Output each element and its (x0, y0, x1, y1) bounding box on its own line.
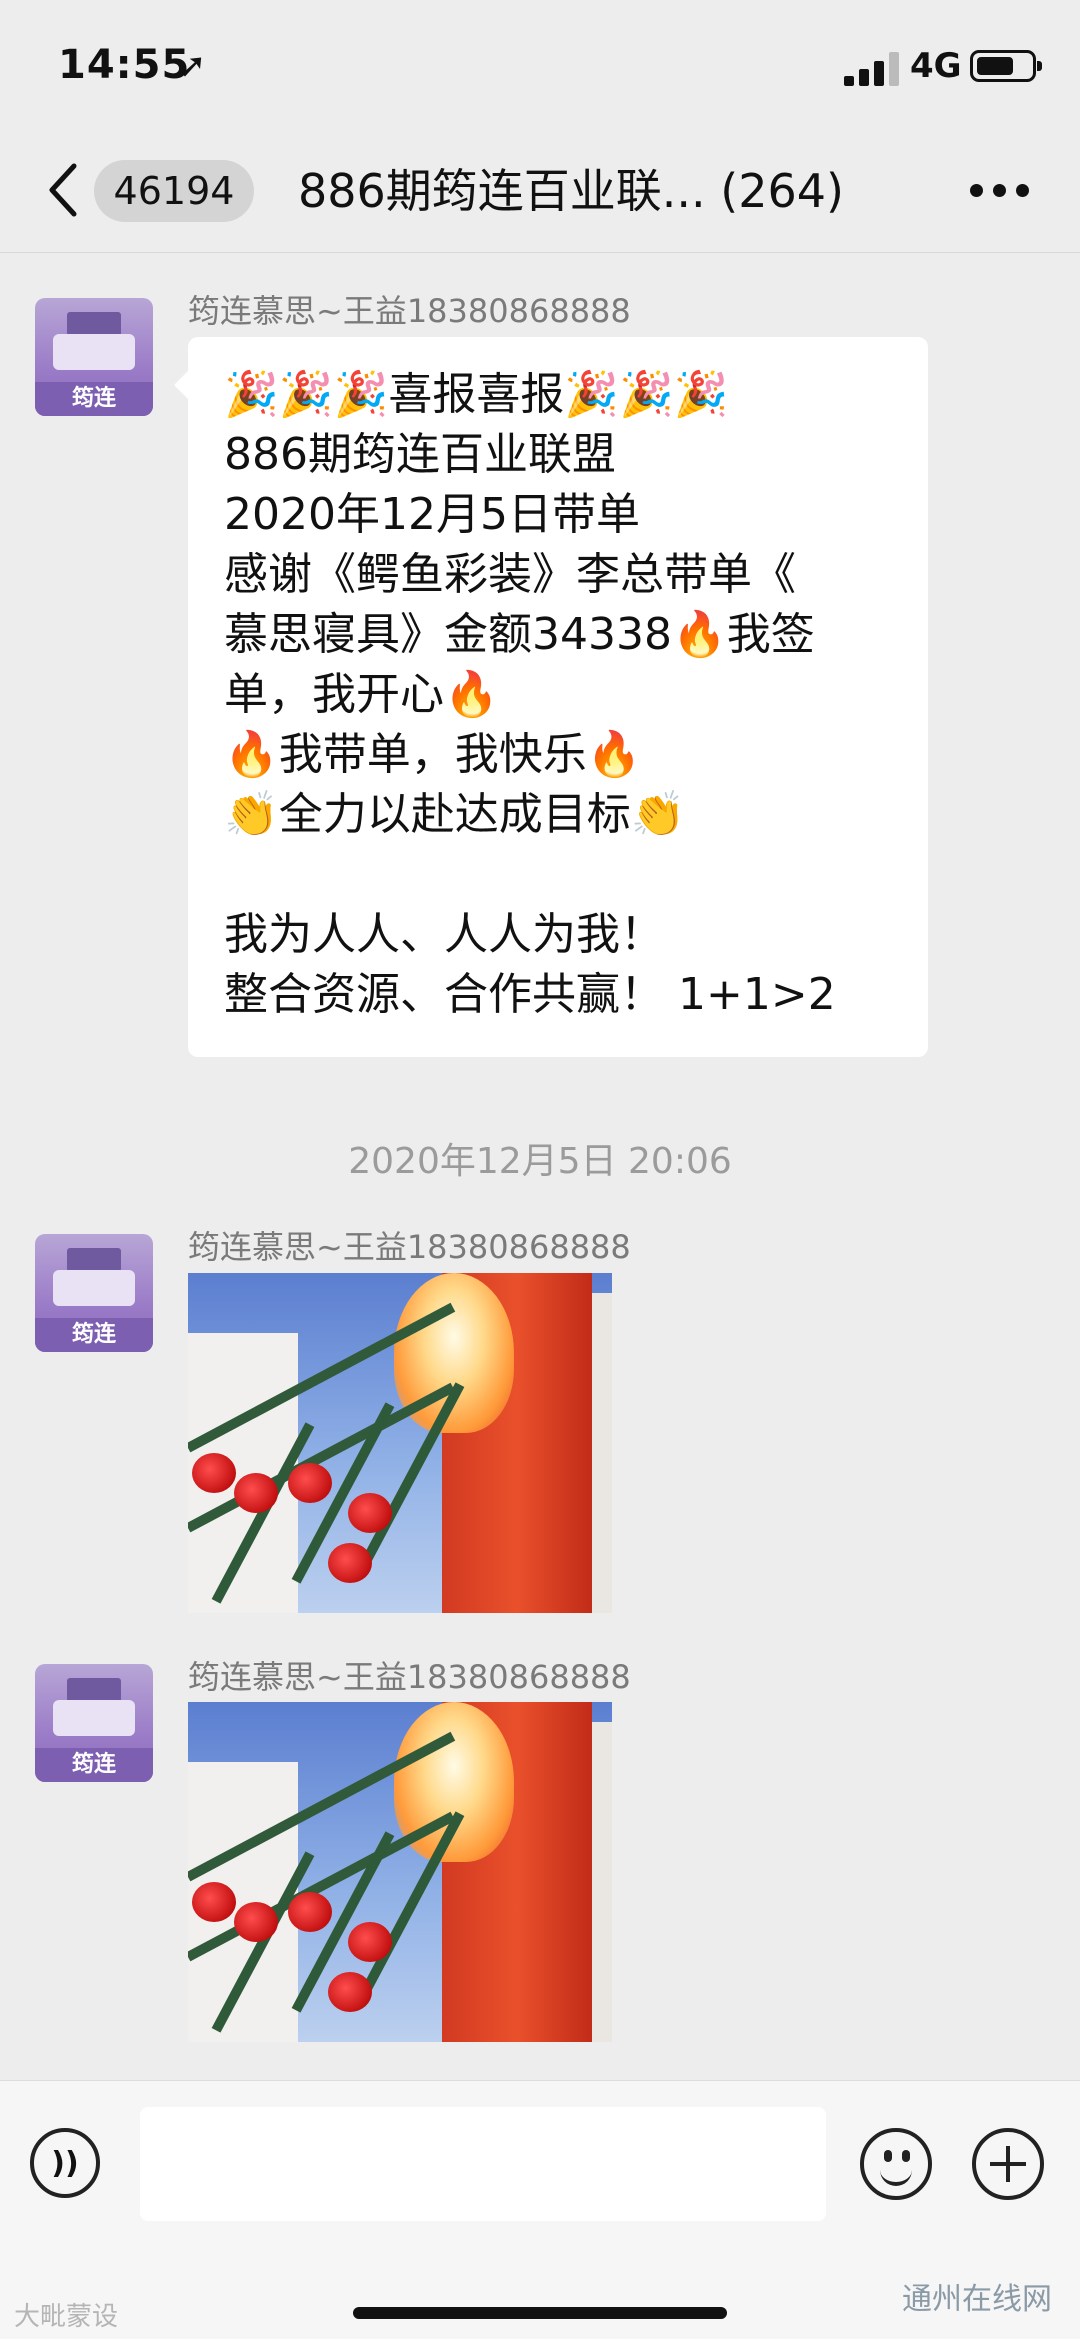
location-arrow-icon: ➚ (178, 46, 207, 86)
network-type: 4G (910, 46, 962, 86)
image-message[interactable] (188, 1273, 612, 1613)
status-time: 14:55 (58, 42, 191, 88)
avatar-label: 筠连 (35, 1748, 153, 1782)
message-line: 2020年12月5日带单 (224, 489, 640, 540)
back-chevron-icon[interactable] (44, 160, 84, 220)
message-line: 🎉🎉🎉喜报喜报🎉🎉🎉 (224, 369, 729, 420)
sender-name: 筠连慕思~王益18380868888 (188, 1228, 631, 1266)
message-line: 我为人人、人人为我！ (224, 909, 664, 960)
avatar-label: 筠连 (35, 382, 153, 416)
voice-input-icon[interactable]: )) (30, 2128, 100, 2198)
message-text: 🎉🎉🎉喜报喜报🎉🎉🎉 886期筠连百业联盟 2020年12月5日带单 感谢《鳄鱼… (224, 365, 908, 1025)
message-line: 🔥我带单，我快乐🔥 (224, 729, 642, 780)
message-line: 整合资源、合作共赢！ 1+1>2 (224, 969, 836, 1020)
message-input[interactable] (140, 2107, 826, 2221)
avatar[interactable]: 筠连 (35, 298, 153, 416)
sender-name: 筠连慕思~王益18380868888 (188, 292, 631, 330)
avatar[interactable]: 筠连 (35, 1234, 153, 1352)
chat-nav-bar: 46194 886期筠连百业联... (264) (0, 130, 1080, 253)
more-options-icon[interactable] (970, 184, 1030, 198)
status-bar: 14:55 ➚ 4G (0, 0, 1080, 130)
cellular-signal-icon (844, 52, 900, 86)
home-indicator[interactable] (353, 2307, 727, 2319)
sender-name: 筠连慕思~王益18380868888 (188, 1658, 631, 1696)
avatar[interactable]: 筠连 (35, 1664, 153, 1782)
message-line: 感谢《鳄鱼彩装》李总带单《 (224, 549, 796, 600)
chat-title: 886期筠连百业联... (264) (298, 164, 844, 218)
avatar-label: 筠连 (35, 1318, 153, 1352)
message-timestamp: 2020年12月5日 20:06 (348, 1141, 732, 1182)
message-line: 👏全力以赴达成目标👏 (224, 789, 686, 840)
unread-count-badge[interactable]: 46194 (94, 160, 254, 222)
message-line: 886期筠连百业联盟 (224, 429, 616, 480)
image-message[interactable] (188, 1702, 612, 2042)
message-line: 慕思寝具》金额34338🔥我签 (224, 609, 815, 660)
message-bubble[interactable]: 🎉🎉🎉喜报喜报🎉🎉🎉 886期筠连百业联盟 2020年12月5日带单 感谢《鳄鱼… (174, 337, 928, 1057)
watermark-right: 通州在线网 (902, 2282, 1052, 2317)
watermark-left: 大毗蒙设 (14, 2302, 119, 2332)
add-attachment-icon[interactable] (972, 2128, 1044, 2200)
message-line: 单，我开心🔥 (224, 669, 499, 720)
emoji-icon[interactable] (860, 2128, 932, 2200)
message-line (224, 845, 908, 905)
battery-icon (970, 50, 1042, 82)
